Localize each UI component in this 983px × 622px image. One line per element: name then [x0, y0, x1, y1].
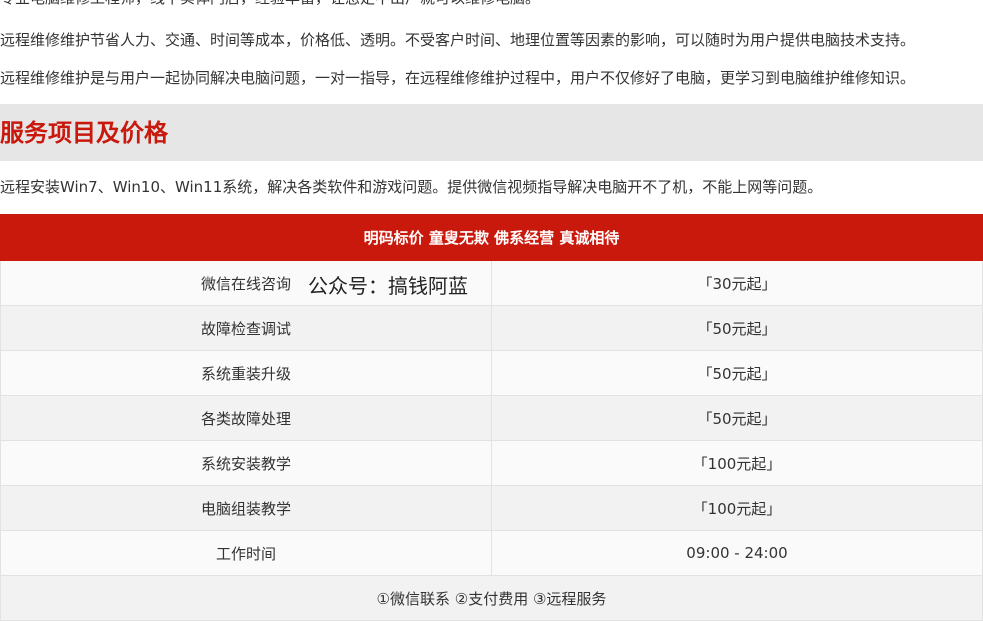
table-row: 系统安装教学 「100元起」 — [0, 440, 983, 486]
price-table: 明码标价 童叟无欺 佛系经营 真诚相待 微信在线咨询 「30元起」 故障检查调试… — [0, 214, 983, 621]
table-footer-row: ①微信联系 ②支付费用 ③远程服务 — [0, 575, 983, 621]
section-intro: 远程安装Win7、Win10、Win11系统，解决各类软件和游戏问题。提供微信视… — [0, 178, 823, 196]
service-price: 「50元起」 — [491, 395, 983, 441]
service-price: 「50元起」 — [491, 305, 983, 351]
intro-paragraph-3: 远程维修维护是与用户一起协同解决电脑问题，一对一指导，在远程维修维护过程中，用户… — [0, 69, 916, 87]
service-name: 故障检查调试 — [0, 305, 492, 351]
table-row: 各类故障处理 「50元起」 — [0, 395, 983, 441]
service-steps: ①微信联系 ②支付费用 ③远程服务 — [0, 575, 983, 621]
service-price: 「50元起」 — [491, 350, 983, 396]
service-name: 系统重装升级 — [0, 350, 492, 396]
working-hours-value: 09:00 - 24:00 — [491, 530, 983, 576]
intro-paragraph-2: 远程维修维护节省人力、交通、时间等成本，价格低、透明。不受客户时间、地理位置等因… — [0, 31, 916, 49]
service-name: 各类故障处理 — [0, 395, 492, 441]
price-table-header-row: 明码标价 童叟无欺 佛系经营 真诚相待 — [0, 214, 983, 261]
service-price: 「30元起」 — [491, 260, 983, 306]
service-price: 「100元起」 — [491, 485, 983, 531]
watermark-text: 公众号：搞钱阿蓝 — [308, 274, 468, 298]
table-row-working-hours: 工作时间 09:00 - 24:00 — [0, 530, 983, 576]
table-row: 电脑组装教学 「100元起」 — [0, 485, 983, 531]
service-name: 系统安装教学 — [0, 440, 492, 486]
section-title: 服务项目及价格 — [0, 119, 168, 147]
service-name: 电脑组装教学 — [0, 485, 492, 531]
table-row: 系统重装升级 「50元起」 — [0, 350, 983, 396]
service-price: 「100元起」 — [491, 440, 983, 486]
working-hours-label: 工作时间 — [0, 530, 492, 576]
intro-paragraph-1: 专业电脑维修工程师，线下实体门店，经验丰富，让您足不出户就可以维修电脑。 — [0, 0, 540, 8]
price-table-header: 明码标价 童叟无欺 佛系经营 真诚相待 — [0, 214, 983, 261]
table-row: 故障检查调试 「50元起」 — [0, 305, 983, 351]
table-row: 微信在线咨询 「30元起」 — [0, 260, 983, 306]
